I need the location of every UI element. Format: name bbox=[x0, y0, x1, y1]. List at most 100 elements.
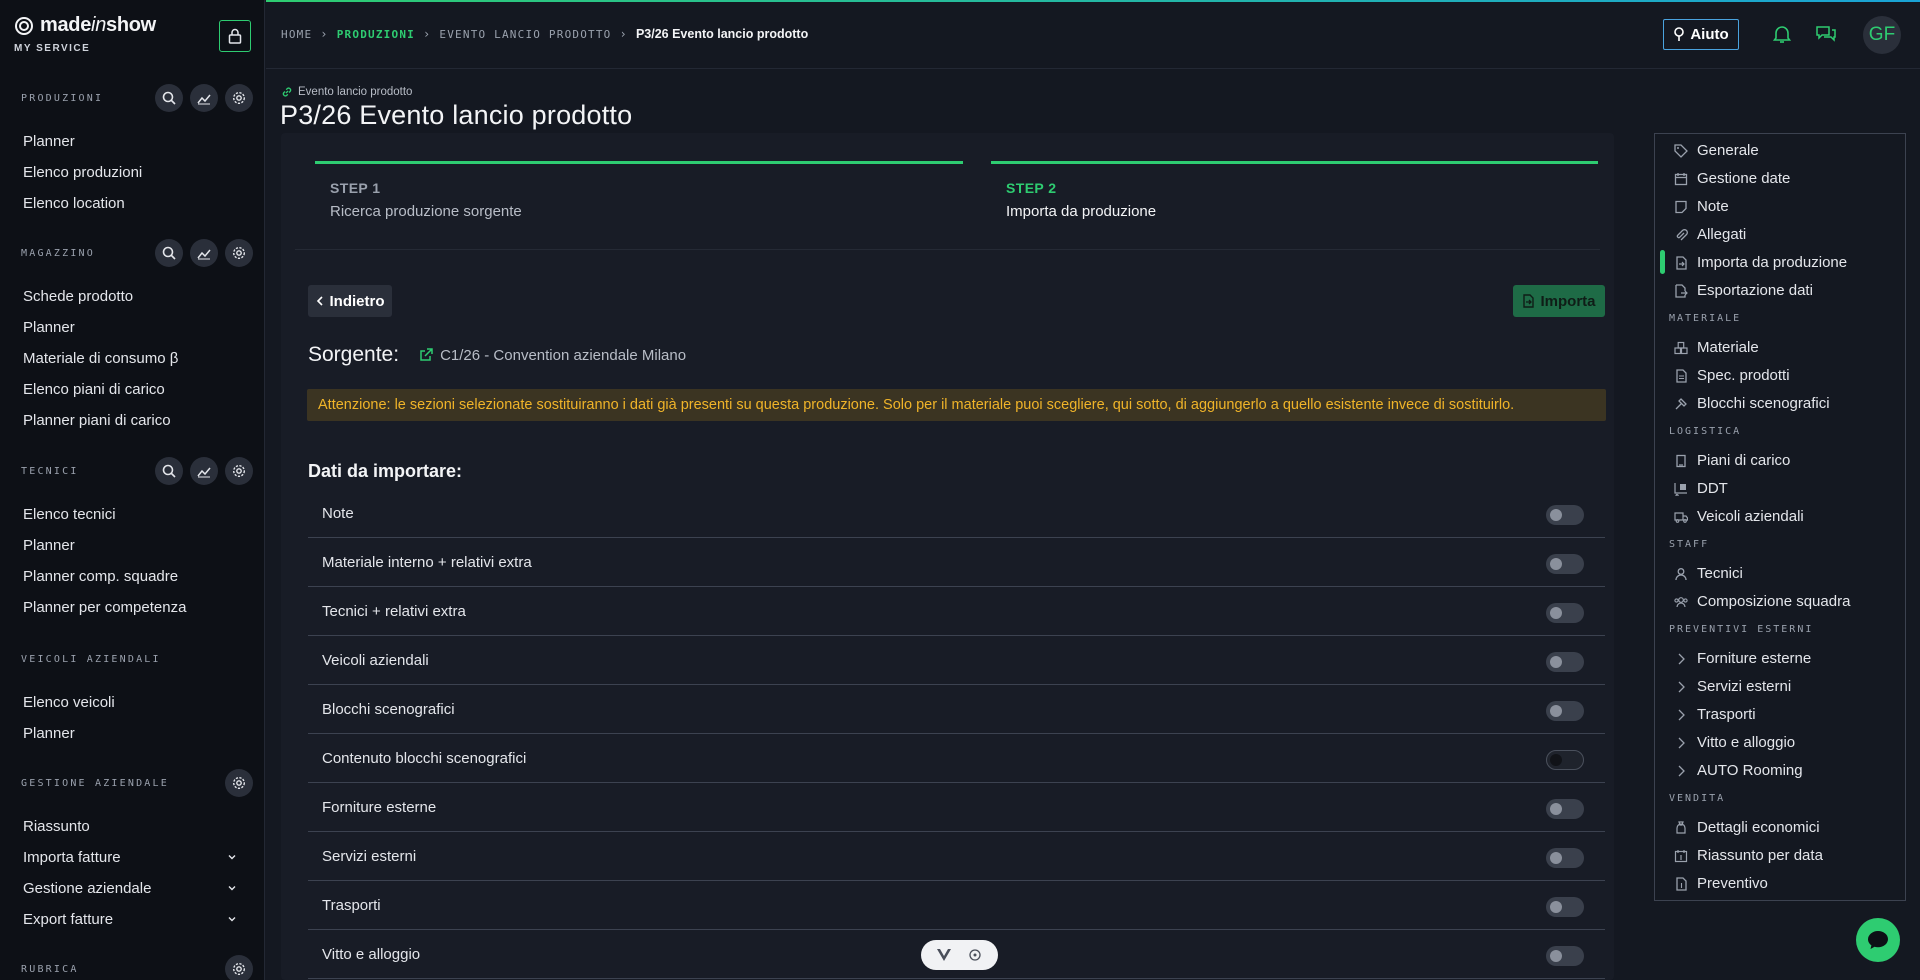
chevron-right-icon bbox=[1678, 737, 1685, 749]
toggle-switch[interactable] bbox=[1546, 701, 1584, 721]
help-button[interactable]: Aiuto bbox=[1663, 19, 1739, 50]
truck-icon bbox=[1674, 512, 1688, 523]
back-button[interactable]: Indietro bbox=[308, 285, 392, 317]
nav-esportazione-dati[interactable]: Esportazione dati bbox=[1655, 276, 1905, 304]
vue-logo-icon bbox=[937, 949, 952, 961]
nav-importa-da-produzione[interactable]: Importa da produzione bbox=[1655, 248, 1905, 276]
page-parent-link[interactable]: Evento lancio prodotto bbox=[281, 86, 412, 98]
sidebar-item-elenco-veicoli[interactable]: Elenco veicoli bbox=[0, 687, 265, 718]
stats-button[interactable] bbox=[190, 457, 218, 485]
section-title: Dati da importare: bbox=[308, 461, 463, 481]
chart-line-icon bbox=[197, 467, 211, 478]
import-row-forniture: Forniture esterne bbox=[308, 783, 1605, 832]
settings-button[interactable] bbox=[225, 769, 253, 797]
nav-veicoli-aziendali[interactable]: Veicoli aziendali bbox=[1655, 502, 1905, 530]
source-link[interactable]: C1/26 - Convention aziendale Milano bbox=[419, 347, 686, 364]
breadcrumb-produzioni[interactable]: PRODUZIONI bbox=[337, 28, 415, 41]
nav-dettagli-economici[interactable]: Dettagli economici bbox=[1655, 813, 1905, 841]
sidebar-item-planner-piani-carico[interactable]: Planner piani di carico bbox=[0, 405, 265, 436]
toggle-switch[interactable] bbox=[1546, 505, 1584, 525]
toggle-switch[interactable] bbox=[1546, 750, 1584, 770]
search-button[interactable] bbox=[155, 239, 183, 267]
clipboard-icon bbox=[1676, 454, 1686, 468]
nav-blocchi-scenografici[interactable]: Blocchi scenografici bbox=[1655, 389, 1905, 417]
breadcrumb-evento[interactable]: EVENTO LANCIO PRODOTTO bbox=[439, 28, 611, 41]
brand-logo[interactable]: madeinshow MY SERVICE bbox=[14, 14, 156, 54]
nav-tecnici[interactable]: Tecnici bbox=[1655, 559, 1905, 587]
stats-button[interactable] bbox=[190, 239, 218, 267]
nav-trasporti[interactable]: Trasporti bbox=[1655, 700, 1905, 728]
brand-subtitle: MY SERVICE bbox=[14, 43, 91, 54]
sidebar-item-schede-prodotto[interactable]: Schede prodotto bbox=[0, 281, 265, 312]
nav-composizione-squadra[interactable]: Composizione squadra bbox=[1655, 587, 1905, 615]
nav-label: Generale bbox=[1697, 141, 1759, 159]
toggle-knob bbox=[1550, 950, 1562, 962]
settings-button[interactable] bbox=[225, 239, 253, 267]
import-button[interactable]: Importa bbox=[1513, 285, 1605, 317]
nav-gestione-date[interactable]: Gestione date bbox=[1655, 164, 1905, 192]
sidebar-item-riassunto[interactable]: Riassunto bbox=[0, 811, 265, 842]
search-icon bbox=[162, 246, 176, 260]
nav-servizi-esterni[interactable]: Servizi esterni bbox=[1655, 672, 1905, 700]
search-button[interactable] bbox=[155, 457, 183, 485]
breadcrumb-home[interactable]: HOME bbox=[281, 28, 312, 41]
toggle-knob bbox=[1550, 901, 1562, 913]
sidebar-item-gestione-aziendale[interactable]: Gestione aziendale bbox=[0, 873, 265, 904]
nav-label: Forniture esterne bbox=[1697, 649, 1812, 667]
settings-button[interactable] bbox=[225, 84, 253, 112]
sidebar-item-planner[interactable]: Planner bbox=[0, 126, 265, 157]
toggle-switch[interactable] bbox=[1546, 554, 1584, 574]
step-label: STEP 1 bbox=[330, 180, 381, 196]
toggle-switch[interactable] bbox=[1546, 946, 1584, 966]
chevron-left-icon bbox=[316, 296, 323, 306]
sidebar-item-elenco-location[interactable]: Elenco location bbox=[0, 188, 265, 219]
sidebar-item-elenco-tecnici[interactable]: Elenco tecnici bbox=[0, 499, 265, 530]
sidebar-item-planner[interactable]: Planner bbox=[0, 530, 265, 561]
nav-piani-di-carico[interactable]: Piani di carico bbox=[1655, 446, 1905, 474]
nav-allegati[interactable]: Allegati bbox=[1655, 220, 1905, 248]
toggle-switch[interactable] bbox=[1546, 652, 1584, 672]
nav-forniture-esterne[interactable]: Forniture esterne bbox=[1655, 644, 1905, 672]
nav-auto-rooming[interactable]: AUTO Rooming bbox=[1655, 756, 1905, 784]
lock-button[interactable] bbox=[219, 20, 251, 52]
gear-icon bbox=[232, 246, 246, 260]
nav-preventivo[interactable]: Preventivo bbox=[1655, 869, 1905, 897]
sidebar-item-elenco-produzioni[interactable]: Elenco produzioni bbox=[0, 157, 265, 188]
topbar: HOME › PRODUZIONI › EVENTO LANCIO PRODOT… bbox=[266, 0, 1920, 69]
avatar[interactable]: GF bbox=[1863, 16, 1901, 54]
chat-icon[interactable] bbox=[1815, 24, 1837, 44]
nav-materiale[interactable]: Materiale bbox=[1655, 333, 1905, 361]
toggle-switch[interactable] bbox=[1546, 848, 1584, 868]
devtools-pill[interactable] bbox=[921, 940, 998, 970]
sidebar-item-planner[interactable]: Planner bbox=[0, 312, 265, 343]
sidebar-section-rubrica: RUBRICA bbox=[0, 953, 265, 980]
search-button[interactable] bbox=[155, 84, 183, 112]
step-label: STEP 2 bbox=[1006, 180, 1057, 196]
nav-riassunto-per-data[interactable]: Riassunto per data bbox=[1655, 841, 1905, 869]
settings-button[interactable] bbox=[225, 457, 253, 485]
stats-button[interactable] bbox=[190, 84, 218, 112]
sidebar-item-piani-carico[interactable]: Elenco piani di carico bbox=[0, 374, 265, 405]
support-chat-button[interactable] bbox=[1856, 918, 1900, 962]
toggle-switch[interactable] bbox=[1546, 897, 1584, 917]
breadcrumb-current: P3/26 Evento lancio prodotto bbox=[635, 27, 809, 41]
sidebar-item-materiale-consumo[interactable]: Materiale di consumo β bbox=[0, 343, 265, 374]
nav-vitto-alloggio[interactable]: Vitto e alloggio bbox=[1655, 728, 1905, 756]
sidebar-item-importa-fatture[interactable]: Importa fatture bbox=[0, 842, 265, 873]
toggle-switch[interactable] bbox=[1546, 603, 1584, 623]
bell-icon[interactable] bbox=[1773, 24, 1791, 44]
sidebar-item-export-fatture[interactable]: Export fatture bbox=[0, 904, 265, 935]
calendar-icon bbox=[1674, 173, 1688, 186]
step-2[interactable]: STEP 2 Importa da produzione bbox=[991, 161, 1598, 220]
nav-generale[interactable]: Generale bbox=[1655, 136, 1905, 164]
settings-button[interactable] bbox=[225, 955, 253, 980]
import-row-materiale: Materiale interno + relativi extra bbox=[308, 538, 1605, 587]
sidebar-item-planner-squadre[interactable]: Planner comp. squadre bbox=[0, 561, 265, 592]
nav-note[interactable]: Note bbox=[1655, 192, 1905, 220]
toggle-switch[interactable] bbox=[1546, 799, 1584, 819]
sidebar-item-planner[interactable]: Planner bbox=[0, 718, 265, 749]
nav-spec-prodotti[interactable]: Spec. prodotti bbox=[1655, 361, 1905, 389]
step-1[interactable]: STEP 1 Ricerca produzione sorgente bbox=[315, 161, 963, 220]
sidebar-item-planner-competenza[interactable]: Planner per competenza bbox=[0, 592, 265, 623]
nav-ddt[interactable]: DDT bbox=[1655, 474, 1905, 502]
